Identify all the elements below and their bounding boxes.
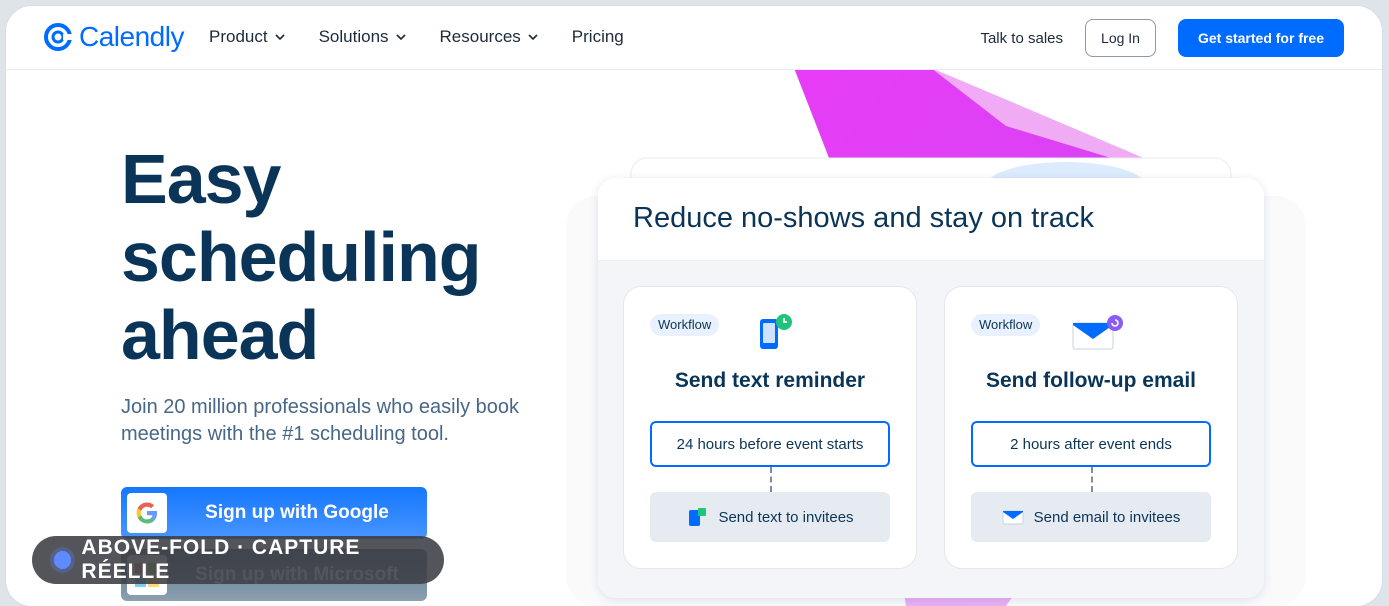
nav-actions: Talk to sales Log In Get started for fre…	[980, 19, 1344, 57]
nav-solutions-label: Solutions	[318, 27, 389, 46]
chevron-down-icon	[275, 34, 285, 41]
hero-subtitle: Join 20 million professionals who easily…	[121, 396, 519, 445]
workflow-timing[interactable]: 24 hours before event starts	[650, 421, 890, 467]
workflow-card-title: Reduce no-shows and stay on track	[598, 178, 1264, 261]
workflow-text-reminder[interactable]: Workflow Send text reminder 24 hours bef…	[623, 286, 917, 569]
calendly-logo[interactable]: Calendly	[43, 21, 184, 53]
workflow-tag: Workflow	[650, 314, 720, 336]
workflow-title: Send text reminder	[674, 369, 866, 392]
badge-text: ABOVE-FOLD · CAPTURE RÉELLE	[81, 536, 361, 583]
browser-frame: Calendly Product Solutions Resources Pri…	[6, 6, 1382, 606]
workflow-action[interactable]: Send email to invitees	[971, 492, 1211, 542]
workflow-card: Reduce no-shows and stay on track Workfl…	[598, 178, 1264, 598]
top-navigation: Calendly Product Solutions Resources Pri…	[6, 6, 1382, 70]
calendly-mark-icon	[44, 23, 73, 51]
hero-title-line: Easy	[121, 140, 281, 218]
nav-pricing-label: Pricing	[571, 27, 624, 46]
chevron-down-icon	[395, 34, 406, 41]
nav-solutions[interactable]: Solutions	[319, 27, 406, 47]
nav-resources[interactable]: Resources	[440, 27, 538, 47]
logo-text: Calendly	[79, 21, 184, 52]
workflow-tag: Workflow	[971, 314, 1041, 336]
nav-pricing[interactable]: Pricing	[572, 27, 624, 47]
nav-product-label: Product	[209, 27, 268, 46]
hero-title: Easy scheduling ahead	[121, 140, 541, 374]
nav-product[interactable]: Product	[209, 27, 285, 47]
google-signup-button[interactable]: Sign up with Google	[121, 487, 427, 539]
workflow-card-body: Workflow Send text reminder 24 hours bef…	[598, 261, 1264, 598]
workflow-follow-up-email[interactable]: Workflow Send follow-up email 2 hours af…	[944, 286, 1238, 569]
hero-title-line: ahead	[121, 296, 319, 374]
talk-to-sales-link[interactable]: Talk to sales	[980, 30, 1063, 47]
workflow-action-label: Send email to invitees	[1033, 508, 1181, 526]
hero-title-line: scheduling	[121, 218, 481, 296]
workflow-title: Send follow-up email	[985, 369, 1196, 392]
google-signup-label: Sign up with Google	[205, 502, 389, 523]
google-icon	[127, 493, 167, 533]
connector-line	[1091, 467, 1093, 492]
envelope-refresh-icon	[1072, 315, 1123, 350]
phone-clock-icon	[760, 314, 792, 349]
workflow-timing[interactable]: 2 hours after event ends	[971, 421, 1211, 467]
workflow-action[interactable]: Send text to invitees	[650, 492, 890, 542]
get-started-button[interactable]: Get started for free	[1178, 19, 1344, 57]
badge-dot-icon	[54, 551, 72, 569]
capture-badge: ABOVE-FOLD · CAPTURE RÉELLE	[32, 536, 444, 584]
workflow-action-label: Send text to invitees	[718, 508, 854, 526]
nav-links: Product Solutions Resources Pricing	[209, 27, 624, 47]
nav-resources-label: Resources	[439, 27, 521, 46]
chevron-down-icon	[528, 34, 538, 41]
login-button[interactable]: Log In	[1085, 19, 1156, 57]
pink-wedge	[931, 68, 1236, 196]
envelope-icon	[1002, 510, 1024, 525]
connector-line	[770, 467, 772, 492]
phone-icon	[689, 508, 707, 526]
